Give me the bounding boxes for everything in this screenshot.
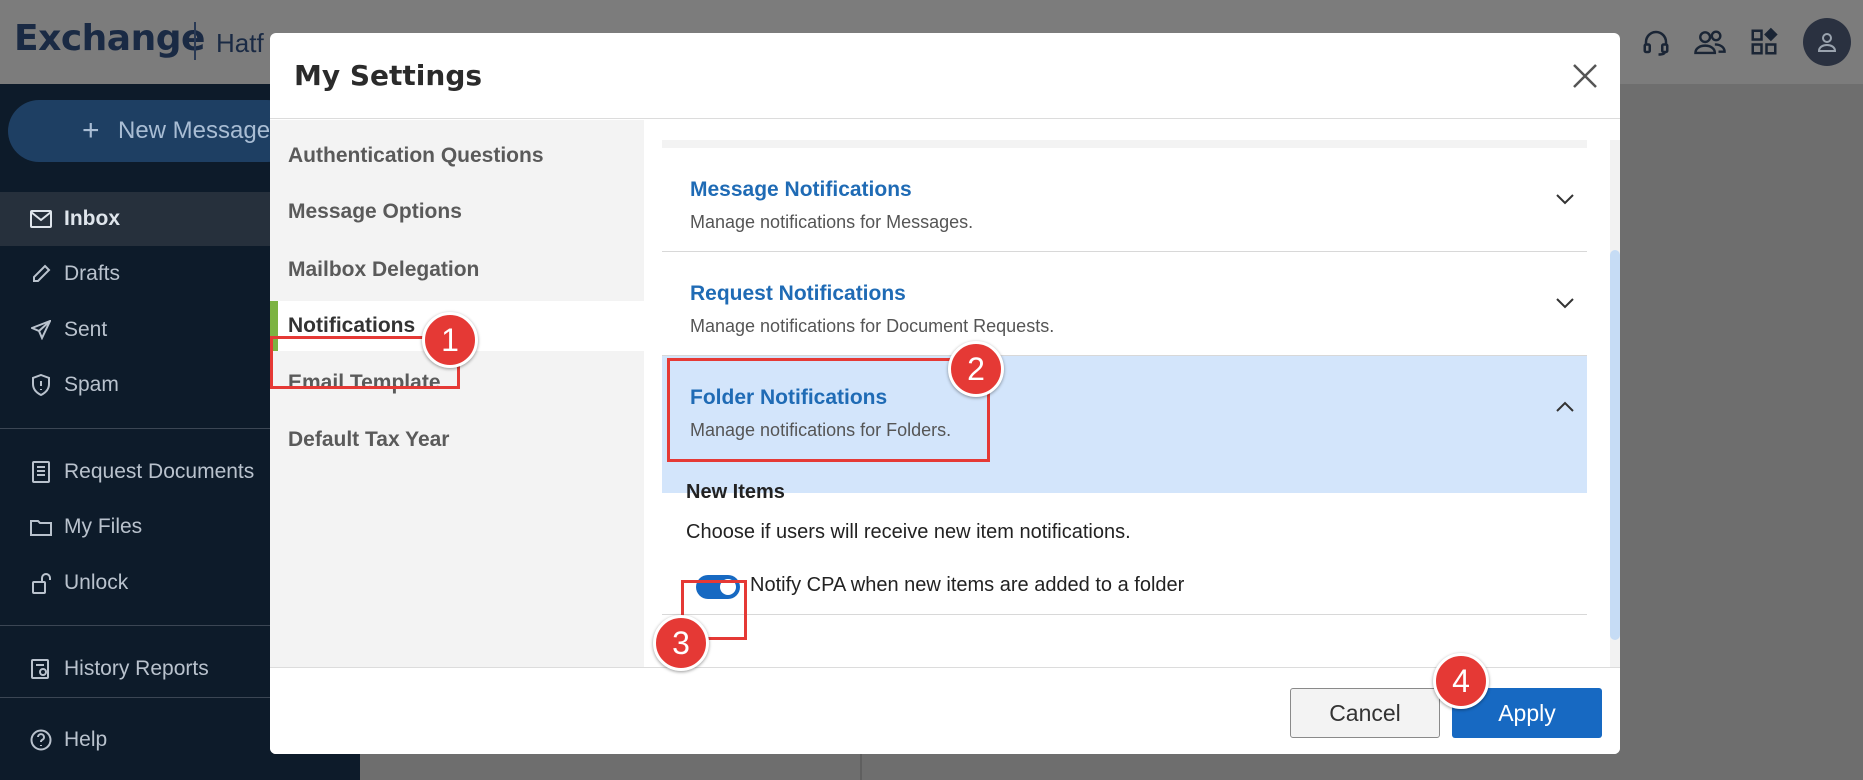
section-subtitle: Manage notifications for Messages. — [690, 212, 974, 232]
folder-notifications-body: New Items Choose if users will receive n… — [662, 460, 1587, 615]
section-request-notifications[interactable]: Request Notifications Manage notificatio… — [662, 252, 1587, 356]
chevron-down-icon — [1556, 194, 1574, 205]
section-title: Message Notifications — [690, 178, 912, 201]
close-icon — [1573, 64, 1597, 88]
help-icon — [28, 727, 54, 753]
nav-item-authentication-questions[interactable]: Authentication Questions — [270, 131, 644, 181]
close-button[interactable] — [1568, 59, 1602, 93]
dialog-title: My Settings — [294, 59, 483, 92]
highlight-folder-notifications — [667, 358, 990, 462]
report-icon — [28, 656, 54, 682]
sidebar-item-label: My Files — [64, 515, 143, 538]
settings-nav: Authentication Questions Message Options… — [270, 120, 644, 667]
sidebar-item-label: Inbox — [64, 207, 120, 230]
sidebar-item-label: Spam — [64, 373, 119, 396]
headset-icon[interactable] — [1636, 22, 1676, 62]
chevron-up-icon — [1556, 401, 1574, 412]
section-subtitle: Manage notifications for Document Reques… — [690, 316, 1055, 336]
sidebar-item-label: Help — [64, 728, 108, 751]
users-icon[interactable] — [1690, 22, 1730, 62]
section-title: Request Notifications — [690, 282, 906, 305]
shield-icon — [28, 372, 54, 398]
sidebar-item-label: Drafts — [64, 262, 121, 285]
chevron-down-icon — [1556, 298, 1574, 309]
brand-separator — [194, 22, 196, 60]
mail-icon — [28, 206, 54, 232]
step-badge-4: 4 — [1433, 653, 1489, 709]
step-badge-2: 2 — [948, 341, 1004, 397]
nav-item-message-options[interactable]: Message Options — [270, 187, 644, 237]
folder-icon — [28, 514, 54, 540]
new-message-button[interactable]: + New Message — [8, 100, 298, 162]
sidebar-item-label: History Reports — [64, 657, 209, 680]
sidebar-item-label: Unlock — [64, 571, 129, 594]
notify-cpa-label: Notify CPA when new items are added to a… — [750, 574, 1185, 596]
sidebar-item-label: Request Documents — [64, 460, 255, 483]
nav-item-mailbox-delegation[interactable]: Mailbox Delegation — [270, 245, 644, 295]
new-items-description: Choose if users will receive new item no… — [686, 521, 1131, 543]
scrollbar-thumb[interactable] — [1610, 250, 1620, 640]
step-badge-1: 1 — [422, 312, 478, 368]
pencil-icon — [28, 261, 54, 287]
nav-item-default-tax-year[interactable]: Default Tax Year — [270, 415, 644, 465]
organization-name: Hatf — [216, 28, 264, 58]
apps-icon[interactable] — [1744, 22, 1784, 62]
app-brand: Exchange — [14, 18, 205, 59]
dialog-footer: Cancel Apply — [270, 667, 1620, 754]
send-icon — [28, 317, 54, 343]
sidebar-item-label: Sent — [64, 318, 108, 341]
step-badge-3: 3 — [653, 615, 709, 671]
section-message-notifications[interactable]: Message Notifications Manage notificatio… — [662, 148, 1587, 252]
dialog-header: My Settings — [270, 33, 1620, 119]
plus-icon: + — [82, 114, 100, 147]
new-message-label: New Message — [118, 117, 271, 144]
cancel-button[interactable]: Cancel — [1290, 688, 1440, 738]
section-top-edge — [662, 140, 1587, 148]
new-items-heading: New Items — [686, 481, 785, 503]
user-avatar-icon[interactable] — [1803, 18, 1851, 66]
document-icon — [28, 459, 54, 485]
unlock-icon — [28, 570, 54, 596]
